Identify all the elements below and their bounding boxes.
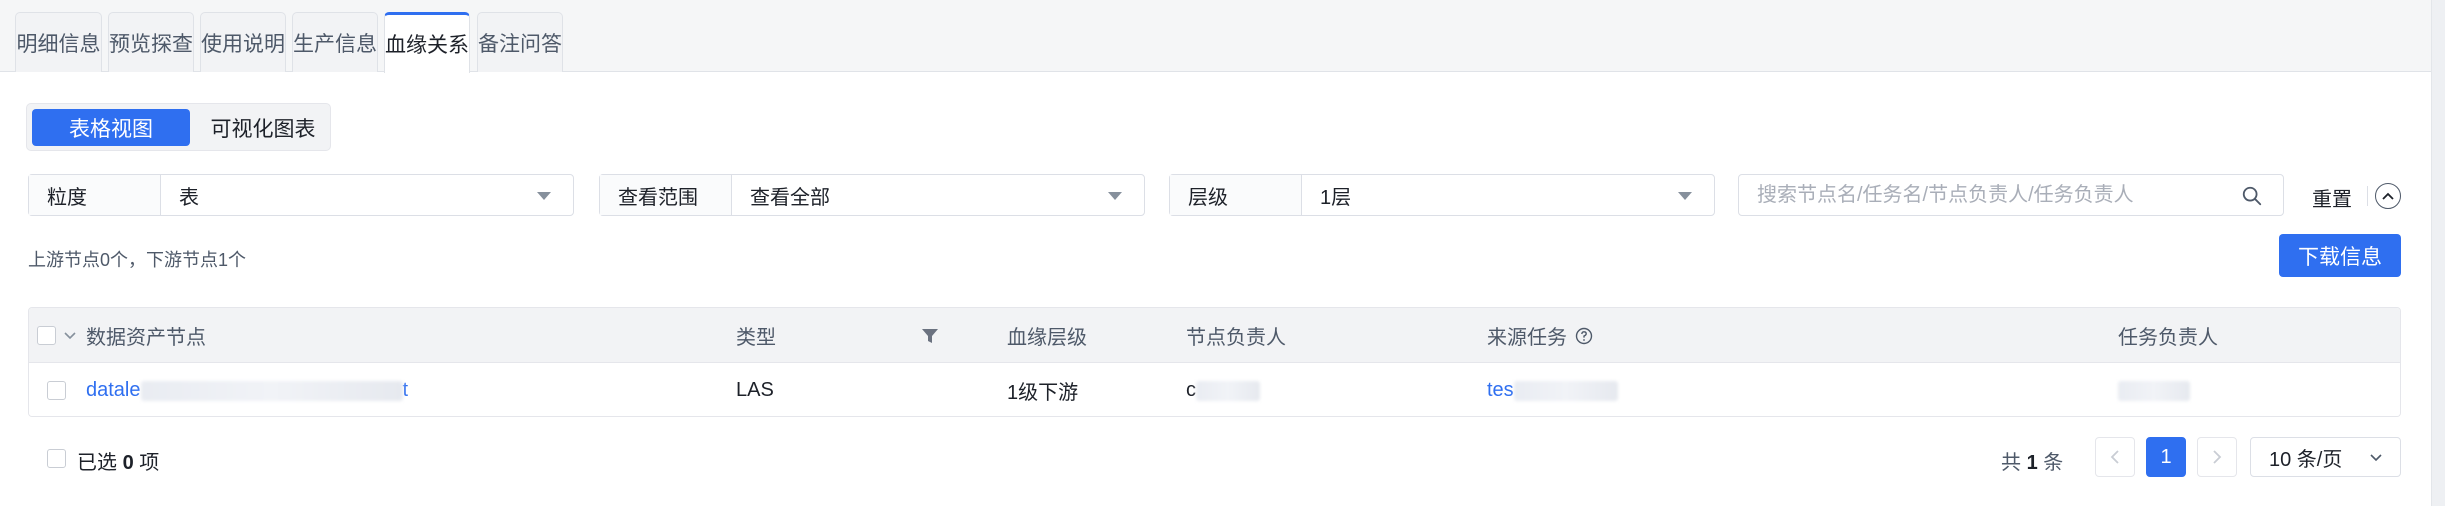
- row-node-owner: c: [1186, 363, 1260, 416]
- total-suffix: 条: [2043, 452, 2064, 474]
- reset-button[interactable]: 重置: [2312, 183, 2352, 212]
- scope-value-text: 查看全部: [750, 186, 830, 209]
- tab-production[interactable]: 生产信息: [292, 12, 378, 72]
- search-box: [1738, 174, 2284, 216]
- filter-icon[interactable]: [921, 327, 939, 345]
- header-level: 血缘层级: [1007, 327, 1087, 349]
- prev-page-button[interactable]: [2095, 437, 2135, 477]
- tab-label: 明细信息: [16, 32, 101, 56]
- node-name-prefix: datale: [86, 379, 141, 401]
- row-checkbox[interactable]: [47, 381, 66, 400]
- granularity-label: 粒度: [29, 175, 161, 215]
- node-name-suffix: t: [402, 379, 409, 401]
- chevron-left-icon: [2110, 450, 2119, 464]
- tab-label: 使用说明: [201, 32, 285, 56]
- page-size-value: 10 条/页: [2269, 448, 2343, 471]
- tab-lineage[interactable]: 血缘关系: [384, 12, 470, 73]
- chevron-down-icon: [2370, 454, 2382, 462]
- chevron-down-icon[interactable]: [64, 332, 76, 340]
- granularity-select[interactable]: 粒度 表: [28, 174, 574, 216]
- total-prefix: 共: [2001, 452, 2021, 474]
- scope-label: 查看范围: [600, 175, 732, 215]
- chart-view-button[interactable]: 可视化图表: [199, 109, 327, 146]
- source-task-prefix: tes: [1487, 379, 1514, 401]
- selected-count-text: 已选 0 项: [77, 446, 159, 475]
- lineage-table: 数据资产节点 类型 血缘层级 节点负责人 来源任务 任务负责人 datale t…: [28, 307, 2401, 417]
- chevron-up-icon: [2382, 192, 2394, 200]
- search-icon[interactable]: [2241, 185, 2263, 207]
- tab-detail-info[interactable]: 明细信息: [15, 12, 102, 72]
- chevron-down-icon: [1678, 192, 1692, 200]
- tab-usage[interactable]: 使用说明: [200, 12, 286, 72]
- header-task-owner: 任务负责人: [2118, 327, 2218, 349]
- detail-tab-bar: 明细信息 预览探查 使用说明 生产信息 血缘关系 备注问答: [0, 0, 2445, 73]
- header-node-owner: 节点负责人: [1186, 327, 1286, 349]
- chevron-right-icon: [2213, 450, 2222, 464]
- node-owner-prefix: c: [1186, 379, 1196, 401]
- page-size-select[interactable]: 10 条/页: [2250, 437, 2401, 477]
- chevron-down-icon: [537, 192, 551, 200]
- scope-value[interactable]: 查看全部: [732, 175, 1144, 215]
- table-header-row: 数据资产节点 类型 血缘层级 节点负责人 来源任务 任务负责人: [29, 308, 2400, 363]
- row-task-owner: [2118, 363, 2190, 416]
- view-switch: 表格视图 可视化图表: [26, 103, 331, 151]
- total-count: 1: [2026, 452, 2038, 474]
- header-node: 数据资产节点: [86, 327, 206, 349]
- table-view-button[interactable]: 表格视图: [32, 109, 190, 146]
- table-row: datale t LAS 1级下游 c tes: [29, 363, 2400, 416]
- level-value[interactable]: 1层: [1302, 175, 1714, 215]
- help-icon[interactable]: [1575, 327, 1593, 345]
- redacted-text: [1513, 380, 1618, 401]
- search-input[interactable]: [1757, 175, 2227, 215]
- selected-suffix: 项: [139, 452, 160, 474]
- selected-count: 0: [122, 452, 134, 474]
- node-link[interactable]: datale t: [86, 363, 409, 416]
- select-all-checkbox[interactable]: [37, 326, 56, 345]
- scope-select[interactable]: 查看范围 查看全部: [599, 174, 1145, 216]
- header-source-task: 来源任务: [1487, 308, 1593, 363]
- granularity-value[interactable]: 表: [161, 175, 573, 215]
- granularity-value-text: 表: [179, 186, 199, 209]
- header-type: 类型: [736, 327, 776, 349]
- tab-notes-qa[interactable]: 备注问答: [477, 12, 563, 72]
- header-source-task-label: 来源任务: [1487, 327, 1567, 349]
- redacted-text: [2118, 380, 2190, 401]
- level-label: 层级: [1170, 175, 1302, 215]
- level-value-text: 1层: [1320, 186, 1352, 209]
- row-level: 1级下游: [1007, 382, 1079, 404]
- selected-prefix: 已选: [77, 452, 117, 474]
- lineage-summary: 上游节点0个，下游节点1个: [28, 250, 247, 270]
- vertical-scrollbar[interactable]: [2431, 0, 2445, 506]
- chevron-down-icon: [1108, 192, 1122, 200]
- tab-label: 备注问答: [478, 32, 562, 56]
- row-type: LAS: [736, 379, 774, 401]
- level-select[interactable]: 层级 1层: [1169, 174, 1715, 216]
- divider: [2367, 186, 2368, 206]
- tab-preview[interactable]: 预览探查: [108, 12, 194, 72]
- collapse-button[interactable]: [2375, 183, 2401, 209]
- download-info-button[interactable]: 下载信息: [2279, 234, 2401, 277]
- tab-label: 预览探查: [109, 32, 193, 56]
- footer-select-checkbox[interactable]: [47, 449, 66, 468]
- tab-label: 血缘关系: [385, 34, 469, 57]
- page-number-button[interactable]: 1: [2146, 437, 2186, 477]
- redacted-text: [1196, 380, 1260, 401]
- tab-label: 生产信息: [293, 32, 377, 56]
- total-count-text: 共 1 条: [2001, 446, 2063, 475]
- source-task-link[interactable]: tes: [1487, 363, 1618, 416]
- next-page-button[interactable]: [2197, 437, 2237, 477]
- redacted-text: [140, 380, 403, 401]
